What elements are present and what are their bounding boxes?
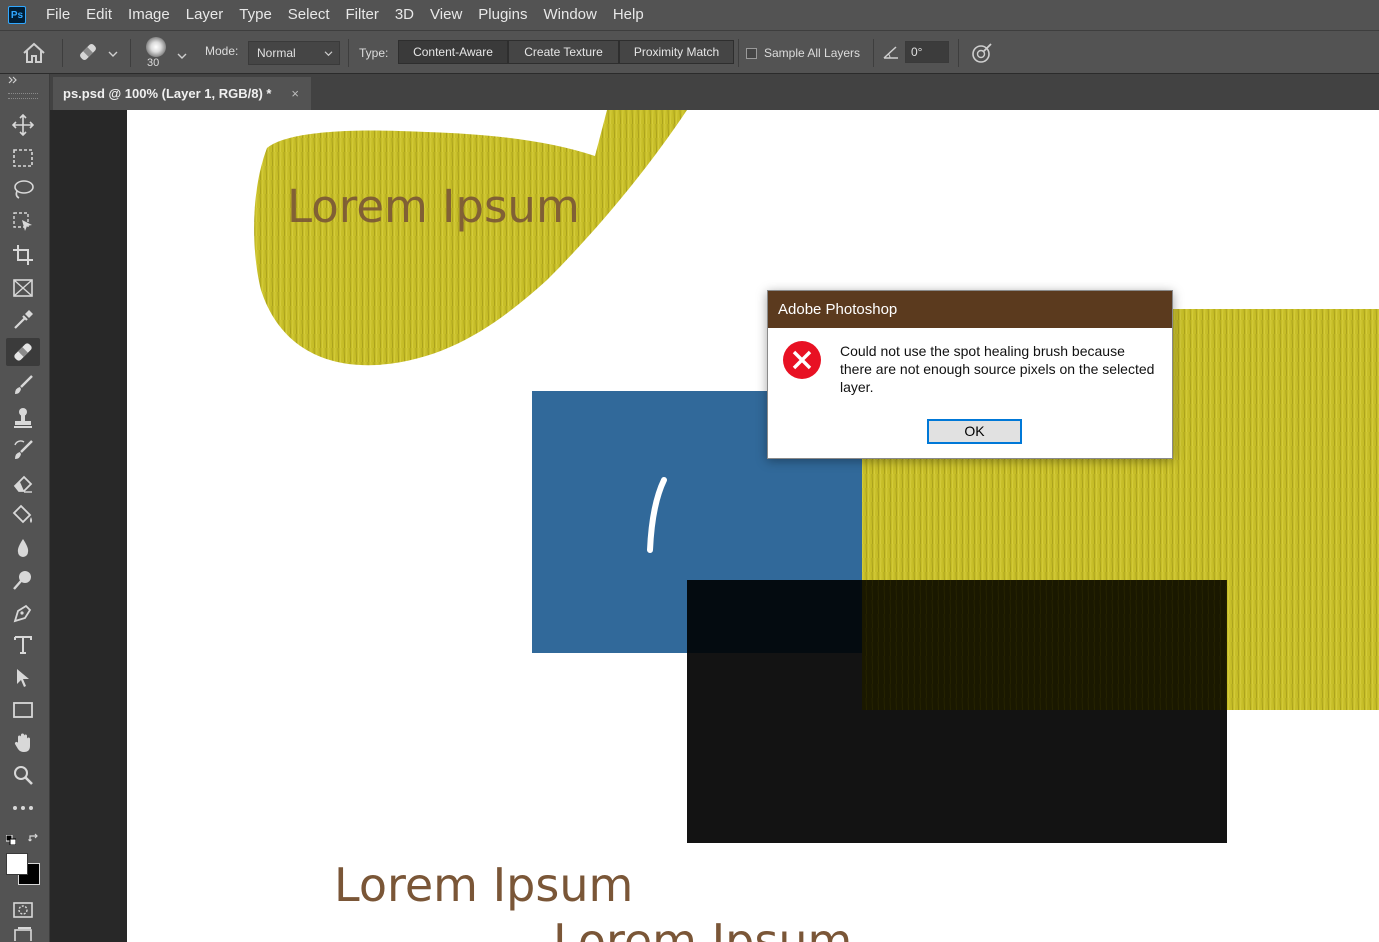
pen-tool-icon[interactable] xyxy=(6,599,40,627)
lorem-text-bottom-cut: Lorem Ipsum xyxy=(553,914,853,942)
separator xyxy=(130,39,131,67)
crop-tool-icon[interactable] xyxy=(6,241,40,269)
rectangle-tool-icon[interactable] xyxy=(6,696,40,724)
menu-image[interactable]: Image xyxy=(120,0,178,30)
default-colors-icon[interactable] xyxy=(5,832,17,846)
pressure-size-icon[interactable] xyxy=(970,41,994,65)
tools-panel xyxy=(0,74,50,942)
error-dialog: Adobe Photoshop Could not use the spot h… xyxy=(767,290,1173,459)
rectangular-marquee-tool-icon[interactable] xyxy=(6,144,40,172)
path-selection-tool-icon[interactable] xyxy=(6,664,40,692)
close-tab-icon[interactable]: × xyxy=(291,77,299,110)
menu-plugins[interactable]: Plugins xyxy=(470,0,535,30)
foreground-color-swatch[interactable] xyxy=(6,853,28,875)
document-canvas[interactable]: Lorem Ipsum Lorem Ipsum Lorem Ipsum xyxy=(127,110,1379,942)
eraser-tool-icon[interactable] xyxy=(6,469,40,497)
sample-all-layers-label[interactable]: Sample All Layers xyxy=(764,46,860,60)
type-proximity-match-button[interactable]: Proximity Match xyxy=(619,40,734,64)
dialog-message: Could not use the spot healing brush bec… xyxy=(840,343,1155,395)
type-content-aware-button[interactable]: Content-Aware xyxy=(398,40,508,64)
olive-textured-shape xyxy=(254,110,687,366)
options-bar: 30 Mode: Normal Type: Content-Aware Crea… xyxy=(0,30,1379,74)
brush-tool-icon[interactable] xyxy=(6,371,40,399)
brush-picker-chevron-down-icon[interactable] xyxy=(177,49,187,59)
lorem-text-bottom: Lorem Ipsum xyxy=(334,858,634,912)
panel-collapse-icon[interactable] xyxy=(8,76,18,87)
tool-preset-icon[interactable] xyxy=(76,40,100,64)
dark-overlay-on-olive xyxy=(862,580,1227,710)
ok-button[interactable]: OK xyxy=(927,419,1022,444)
menu-file[interactable]: File xyxy=(38,0,78,30)
menu-edit[interactable]: Edit xyxy=(78,0,120,30)
separator xyxy=(958,39,959,67)
home-icon[interactable] xyxy=(22,42,46,64)
lorem-text-top: Lorem Ipsum xyxy=(287,180,580,233)
history-brush-tool-icon[interactable] xyxy=(6,436,40,464)
angle-input[interactable]: 0° xyxy=(905,41,949,63)
panel-grip-icon[interactable] xyxy=(8,93,38,99)
menu-3d[interactable]: 3D xyxy=(387,0,422,30)
type-create-texture-button[interactable]: Create Texture xyxy=(508,40,619,64)
chevron-down-icon xyxy=(324,51,333,57)
screen-mode-icon[interactable] xyxy=(6,926,40,942)
menu-view[interactable]: View xyxy=(422,0,470,30)
document-tab-bar: ps.psd @ 100% (Layer 1, RGB/8) * × xyxy=(50,74,1379,110)
move-tool-icon[interactable] xyxy=(6,111,40,139)
angle-value: 0° xyxy=(911,45,923,59)
error-icon xyxy=(782,340,822,380)
clone-stamp-tool-icon[interactable] xyxy=(6,404,40,432)
menu-select[interactable]: Select xyxy=(280,0,338,30)
paint-bucket-tool-icon[interactable] xyxy=(6,501,40,529)
hand-tool-icon[interactable] xyxy=(6,729,40,757)
menu-filter[interactable]: Filter xyxy=(338,0,387,30)
document-tab-title: ps.psd @ 100% (Layer 1, RGB/8) * xyxy=(63,86,272,101)
spot-healing-brush-tool-icon[interactable] xyxy=(6,338,40,366)
menu-type[interactable]: Type xyxy=(231,0,280,30)
type-label: Type: xyxy=(359,46,389,60)
photoshop-logo-icon: Ps xyxy=(8,6,26,24)
separator xyxy=(873,39,874,67)
tool-preset-chevron-down-icon[interactable] xyxy=(108,47,118,57)
menu-help[interactable]: Help xyxy=(605,0,652,30)
zoom-tool-icon[interactable] xyxy=(6,761,40,789)
dark-overlay-on-blue xyxy=(687,580,862,653)
blur-tool-icon[interactable] xyxy=(6,534,40,562)
type-tool-icon[interactable] xyxy=(6,631,40,659)
separator xyxy=(62,39,63,67)
mode-select[interactable]: Normal xyxy=(248,41,340,65)
mode-select-value: Normal xyxy=(257,46,296,60)
angle-icon xyxy=(882,44,900,60)
frame-tool-icon[interactable] xyxy=(6,274,40,302)
separator xyxy=(738,39,739,67)
menu-bar: Ps File Edit Image Layer Type Select Fil… xyxy=(0,0,1379,30)
canvas-artwork xyxy=(254,110,1379,843)
mode-label: Mode: xyxy=(205,44,239,58)
more-tools-icon[interactable] xyxy=(6,794,40,822)
separator xyxy=(348,39,349,67)
object-selection-tool-icon[interactable] xyxy=(6,208,40,236)
brush-tip-icon[interactable] xyxy=(146,37,166,57)
sample-all-layers-checkbox[interactable] xyxy=(746,48,757,59)
dialog-title: Adobe Photoshop xyxy=(768,291,1172,328)
eyedropper-tool-icon[interactable] xyxy=(6,306,40,334)
menu-window[interactable]: Window xyxy=(535,0,604,30)
menu-layer[interactable]: Layer xyxy=(178,0,232,30)
brush-size-label: 30 xyxy=(147,57,160,69)
pasteboard xyxy=(50,110,127,942)
lasso-tool-icon[interactable] xyxy=(6,176,40,204)
document-tab[interactable]: ps.psd @ 100% (Layer 1, RGB/8) * × xyxy=(53,77,311,110)
swap-colors-icon[interactable] xyxy=(28,831,40,843)
dodge-tool-icon[interactable] xyxy=(6,566,40,594)
quick-mask-icon[interactable] xyxy=(6,896,40,924)
